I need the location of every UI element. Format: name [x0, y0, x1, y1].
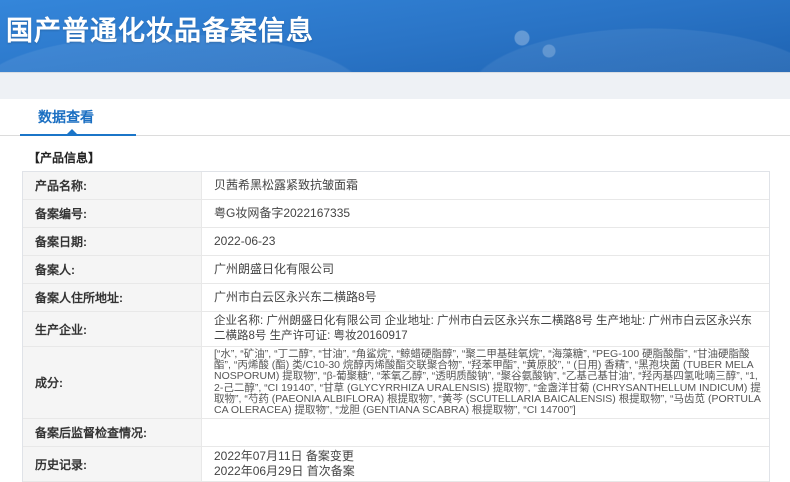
row-value: 广州市白云区永兴东二横路8号: [214, 290, 377, 305]
active-tab-underline: [20, 134, 136, 136]
row-label: 备案后监督检查情况:: [23, 419, 202, 447]
active-tab-caret-icon: [66, 129, 78, 135]
page-title: 国产普通化妆品备案信息: [6, 16, 314, 46]
product-info-section-label: 【产品信息】: [28, 151, 101, 165]
page-header-banner: 国产普通化妆品备案信息: [0, 0, 790, 72]
table-row-registration-number: 备案编号: 粤G妆网备字2022167335: [23, 199, 769, 227]
tab-bar: 数据查看: [0, 99, 790, 137]
table-row-ingredients: 成分: [“水”, “矿油”, “丁二醇”, “甘油”, “角鲨烷”, “鲸蜡硬…: [23, 346, 769, 419]
row-value: 企业名称: 广州朗盛日化有限公司 企业地址: 广州市白云区永兴东二横路8号 生产…: [214, 315, 752, 342]
table-row-history: 历史记录: 2022年07月11日 备案变更 2022年06月29日 首次备案: [23, 446, 769, 482]
row-value: [202, 419, 769, 446]
row-label: 产品名称:: [23, 172, 202, 199]
tab-data-view[interactable]: 数据查看: [38, 107, 94, 127]
table-row-product-name: 产品名称: 贝茜希黑松露紧致抗皱面霜: [23, 172, 769, 199]
table-row-supervision-check: 备案后监督检查情况:: [23, 418, 769, 447]
cosmetics-registration-page: 国产普通化妆品备案信息 数据查看 【产品信息】 产品名称: 贝茜希黑松露紧致抗皱…: [0, 0, 790, 482]
row-label: 备案编号:: [23, 200, 202, 227]
table-row-manufacturer: 生产企业: 企业名称: 广州朗盛日化有限公司 企业地址: 广州市白云区永兴东二横…: [23, 311, 769, 346]
row-value: 广州朗盛日化有限公司: [214, 262, 335, 277]
row-label: 历史记录:: [23, 447, 202, 482]
row-value: 贝茜希黑松露紧致抗皱面霜: [214, 178, 359, 193]
table-row-registrant-address: 备案人住所地址: 广州市白云区永兴东二横路8号: [23, 283, 769, 311]
row-value: 2022年07月11日 备案变更 2022年06月29日 首次备案: [214, 449, 355, 479]
row-value: [“水”, “矿油”, “丁二醇”, “甘油”, “角鲨烷”, “鲸蜡硬脂醇”,…: [214, 348, 761, 417]
row-label: 成分:: [23, 347, 202, 419]
row-value: 粤G妆网备字2022167335: [214, 206, 351, 221]
product-info-table: 产品名称: 贝茜希黑松露紧致抗皱面霜 备案编号: 粤G妆网备字202216733…: [22, 171, 770, 482]
row-label: 备案人:: [23, 256, 202, 283]
row-label: 备案日期:: [23, 228, 202, 255]
header-sub-strip: [0, 72, 790, 99]
table-row-registrant: 备案人: 广州朗盛日化有限公司: [23, 255, 769, 283]
row-label: 生产企业:: [23, 312, 202, 346]
row-value: 2022-06-23: [214, 234, 276, 249]
row-label: 备案人住所地址:: [23, 284, 202, 311]
table-row-registration-date: 备案日期: 2022-06-23: [23, 227, 769, 255]
